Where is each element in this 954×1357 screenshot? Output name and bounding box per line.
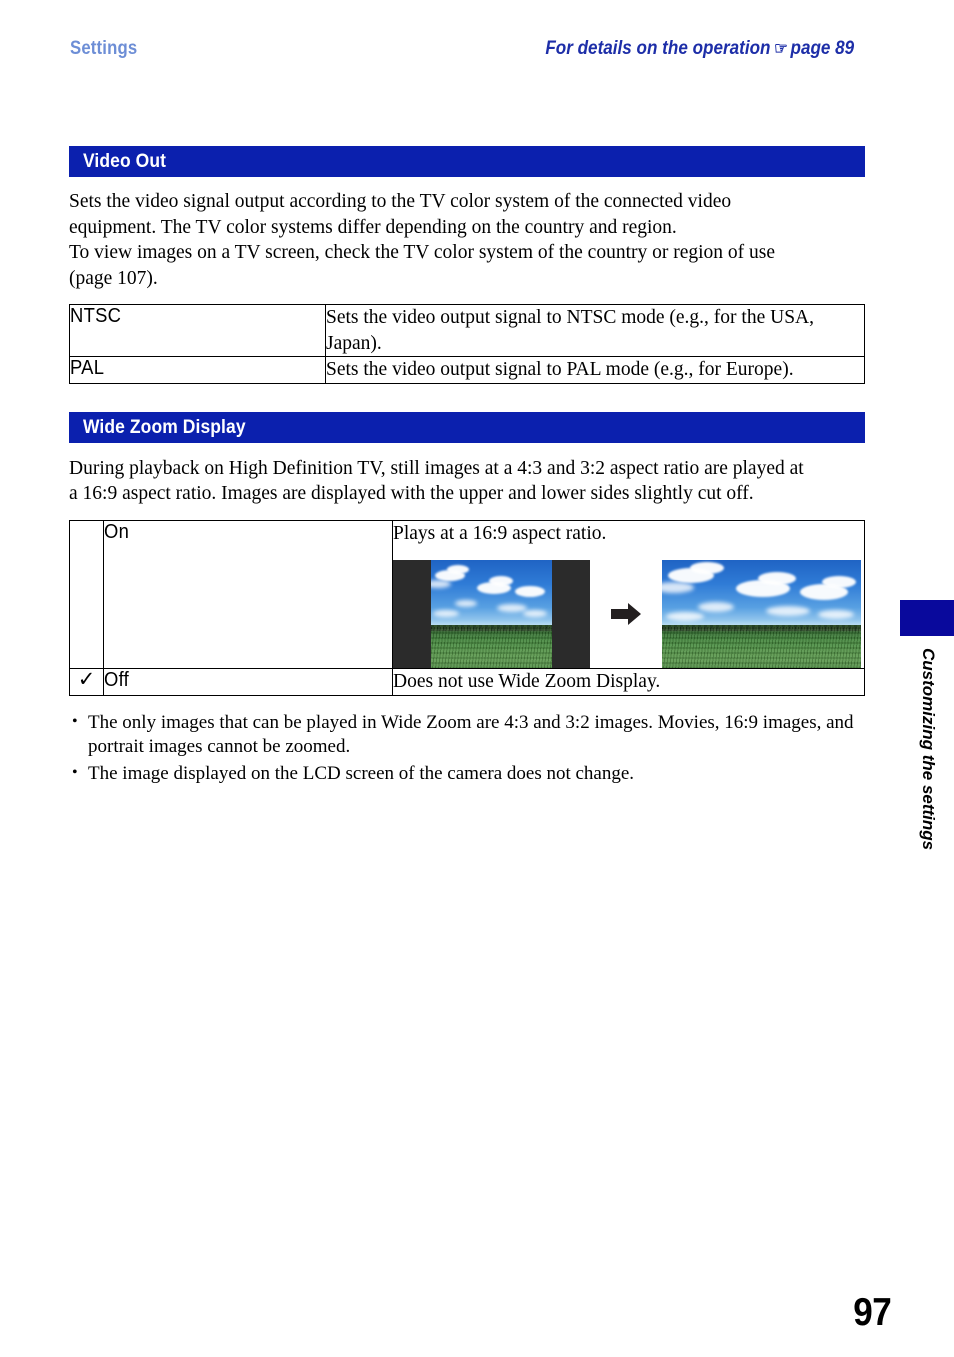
pointing-hand-icon: ☞ [773,39,788,58]
figure-image-after [662,560,861,668]
chapter-thumb-tab-label: Customizing the settings [916,648,942,878]
description-cell-ntsc: Sets the video output signal to NTSC mod… [325,304,865,357]
section-heading-wide-zoom-display-label: Wide Zoom Display [83,416,246,438]
table-row: On Plays at a 16:9 aspect ratio. [69,519,865,669]
cross-reference-prefix: For details on the operation [545,38,771,59]
option-label-on: On [104,520,130,543]
corn-field [431,626,552,668]
checkmark-icon: ✓ [77,667,96,691]
list-item: The image displayed on the LCD screen of… [69,761,865,787]
option-label-off: Off [104,669,130,691]
wide-zoom-intro-line-2: a 16:9 aspect ratio. Images are displaye… [69,483,754,504]
wide-zoom-notes: The only images that can be played in Wi… [69,710,865,787]
wide-zoom-options-table: On Plays at a 16:9 aspect ratio. ✓ Off D… [69,519,865,696]
chapter-thumb-tab-text: Customizing the settings [919,648,938,851]
option-label-pal: PAL [70,357,105,379]
running-head-cross-reference: For details on the operation ☞ page 89 [545,38,854,60]
wide-zoom-figure [393,560,864,668]
video-out-options-table: NTSC Sets the video output signal to NTS… [69,304,865,384]
default-check-cell-on [69,519,104,669]
table-row: ✓ Off Does not use Wide Zoom Display. [69,667,865,696]
description-text-off: Does not use Wide Zoom Display. [393,671,661,692]
page-number-text: 97 [852,1291,892,1334]
corn-field [662,626,861,668]
figure-image-before [393,560,590,668]
default-check-cell-off: ✓ [69,667,104,696]
cross-reference-page: page 89 [790,38,854,59]
right-arrow-icon [611,603,641,625]
option-cell-on: On [103,519,393,669]
running-head: Settings For details on the operation ☞ pa… [70,38,854,68]
description-cell-pal: Sets the video output signal to PAL mode… [325,356,865,384]
video-out-intro-line-1: Sets the video signal output according t… [69,191,732,212]
option-cell-pal: PAL [69,356,326,384]
section-heading-video-out: Video Out [69,146,865,177]
option-cell-ntsc: NTSC [69,304,326,357]
option-cell-off: Off [103,668,393,696]
table-row: NTSC Sets the video output signal to NTS… [69,304,865,357]
figure-image-before-photo [431,560,552,668]
section-heading-video-out-label: Video Out [83,151,167,172]
option-label-ntsc: NTSC [70,305,122,327]
wide-zoom-intro-line-1: During playback on High Definition TV, s… [69,457,804,479]
video-out-intro-line-2: equipment. The TV color systems differ d… [69,216,677,238]
wide-zoom-intro: During playback on High Definition TV, s… [69,456,865,507]
chapter-thumb-tab [900,600,954,636]
video-out-intro: Sets the video signal output according t… [69,189,865,291]
transform-arrow-cell [590,603,662,625]
running-head-chapter: Settings [70,38,138,59]
table-row: PAL Sets the video output signal to PAL … [69,356,865,384]
page-number: 97 [849,1291,892,1335]
video-out-intro-line-4: (page 107). [69,267,158,289]
section-heading-wide-zoom-display: Wide Zoom Display [69,411,865,443]
description-text-pal: Sets the video output signal to PAL mode… [326,359,794,380]
description-text-ntsc: Sets the video output signal to NTSC mod… [326,307,814,354]
video-out-intro-line-3: To view images on a TV screen, check the… [69,242,776,263]
page-content: Video Out Sets the video signal output a… [69,146,865,788]
description-cell-off: Does not use Wide Zoom Display. [392,668,865,696]
description-cell-on: Plays at a 16:9 aspect ratio. [392,519,865,669]
landscape-scene [662,560,861,668]
landscape-scene [431,560,552,668]
description-text-on: Plays at a 16:9 aspect ratio. [393,522,607,544]
list-item: The only images that can be played in Wi… [69,710,865,760]
